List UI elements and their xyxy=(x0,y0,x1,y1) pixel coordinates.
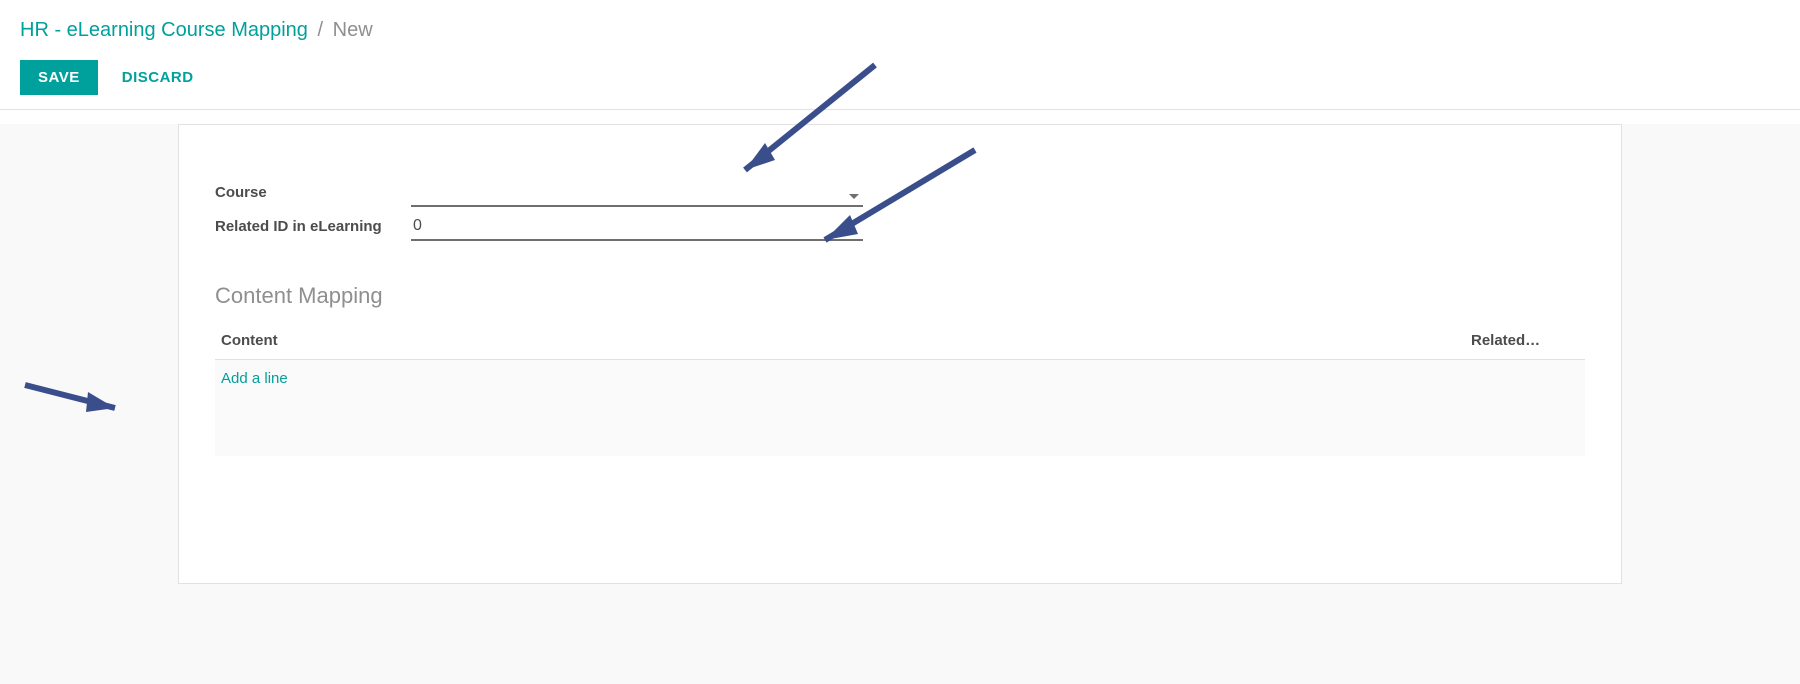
control-panel: HR - eLearning Course Mapping / New SAVE… xyxy=(0,0,1800,95)
related-id-row: Related ID in eLearning xyxy=(215,215,1585,241)
col-content-header[interactable]: Content xyxy=(215,322,1465,360)
col-related-header[interactable]: Related… xyxy=(1465,322,1585,360)
course-input-wrap xyxy=(411,181,863,207)
table-footer xyxy=(215,426,1585,456)
breadcrumb: HR - eLearning Course Mapping / New xyxy=(20,18,1780,42)
form-sheet: Course Related ID in eLearning Content M… xyxy=(178,124,1622,584)
breadcrumb-current: New xyxy=(333,19,373,41)
page-body: Course Related ID in eLearning Content M… xyxy=(0,124,1800,684)
add-line-link[interactable]: Add a line xyxy=(221,370,288,387)
form-buttons: SAVE DISCARD xyxy=(20,60,1780,95)
section-title: Content Mapping xyxy=(215,283,1585,309)
related-id-input-wrap xyxy=(411,215,863,241)
divider xyxy=(0,109,1800,110)
related-id-label: Related ID in eLearning xyxy=(215,215,411,237)
table-spacer xyxy=(215,398,1585,426)
course-label: Course xyxy=(215,181,411,203)
discard-button[interactable]: DISCARD xyxy=(116,68,200,87)
course-input[interactable] xyxy=(411,181,863,207)
save-button[interactable]: SAVE xyxy=(20,60,98,95)
table-header-row: Content Related… xyxy=(215,322,1585,360)
course-row: Course xyxy=(215,181,1585,207)
breadcrumb-separator: / xyxy=(318,19,324,41)
breadcrumb-parent[interactable]: HR - eLearning Course Mapping xyxy=(20,19,308,41)
related-id-input[interactable] xyxy=(411,215,863,241)
content-mapping-table: Content Related… Add a line xyxy=(215,321,1585,456)
table-row: Add a line xyxy=(215,360,1585,398)
